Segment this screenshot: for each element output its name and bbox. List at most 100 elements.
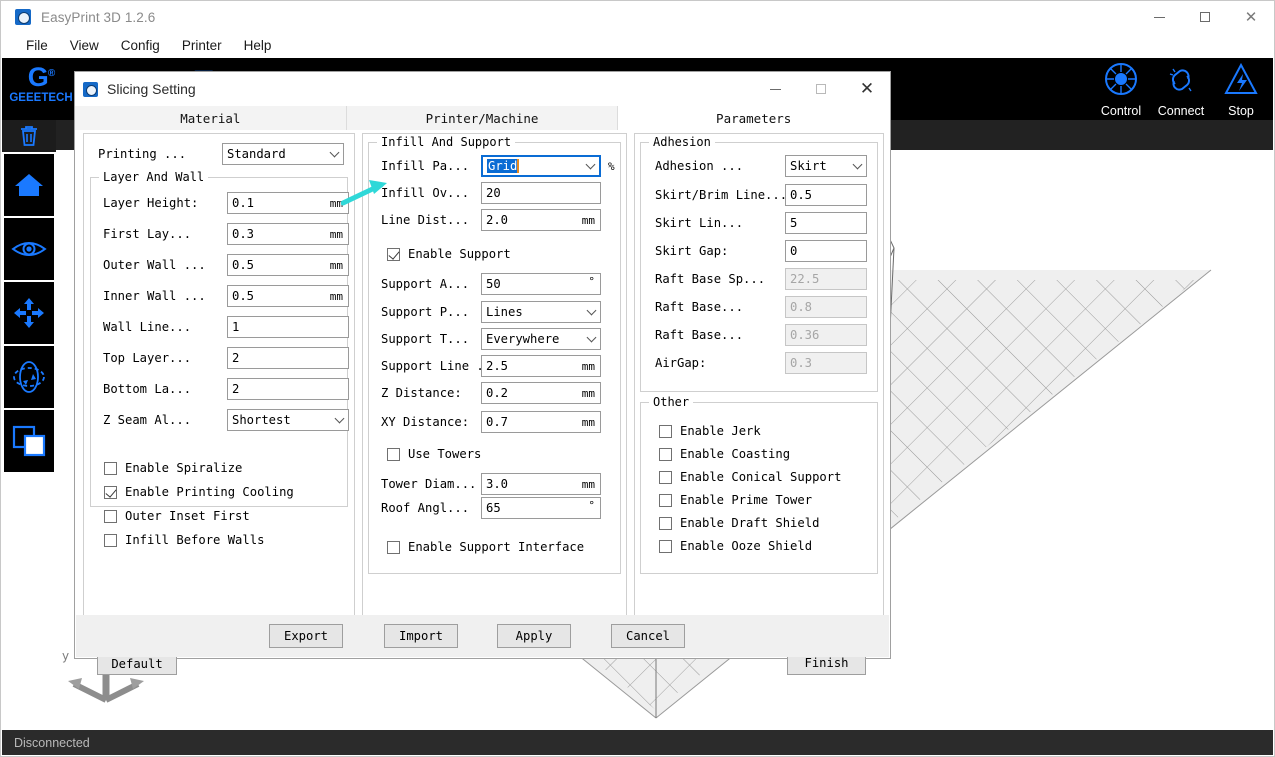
group-adhesion-title: Adhesion bbox=[649, 135, 715, 149]
move-icon bbox=[14, 298, 44, 328]
support-line-unit: mm bbox=[581, 359, 595, 373]
support-angle-unit: ° bbox=[588, 275, 595, 288]
raft-base-thickness-input[interactable]: 0.36 bbox=[785, 324, 867, 346]
rail-home-view[interactable] bbox=[4, 154, 54, 216]
layer-height-value: 0.1 bbox=[232, 196, 255, 210]
row-raft-base-width: Raft Base... 0.8 bbox=[655, 296, 867, 318]
checkbox-enable-support-interface[interactable]: Enable Support Interface bbox=[387, 537, 584, 557]
support-line-input[interactable]: 2.5 mm bbox=[481, 355, 601, 377]
dialog-body: Printing ... Standard Layer And Wall Lay… bbox=[75, 130, 890, 675]
enable-support-label: Enable Support bbox=[408, 247, 511, 261]
skirt-gap-input[interactable]: 0 bbox=[785, 240, 867, 262]
tower-diameter-label: Tower Diam... bbox=[381, 477, 477, 491]
chevron-down-icon bbox=[585, 159, 596, 170]
menu-printer[interactable]: Printer bbox=[171, 36, 233, 55]
raft-base-speed-input[interactable]: 22.5 bbox=[785, 268, 867, 290]
row-z-distance: Z Distance: 0.2 mm bbox=[381, 382, 601, 404]
bottom-layer-input[interactable]: 2 bbox=[227, 378, 349, 400]
dialog-close-button[interactable]: ✕ bbox=[844, 72, 890, 106]
printing-profile-combo[interactable]: Standard bbox=[222, 143, 344, 165]
panel-layer-and-wall: Printing ... Standard Layer And Wall Lay… bbox=[83, 133, 355, 645]
toolbar-stop[interactable]: Stop bbox=[1210, 62, 1272, 118]
row-tower-diameter: Tower Diam... 3.0 mm bbox=[381, 473, 601, 495]
row-air-gap: AirGap: 0.3 bbox=[655, 352, 867, 374]
roof-angle-label: Roof Angl... bbox=[381, 501, 470, 515]
apply-button[interactable]: Apply bbox=[497, 624, 571, 648]
top-layer-input[interactable]: 2 bbox=[227, 347, 349, 369]
rail-rotate[interactable] bbox=[4, 346, 54, 408]
checkbox-enable-draft-shield[interactable]: Enable Draft Shield bbox=[659, 513, 819, 533]
row-layer-height: Layer Height: 0.1 mm bbox=[103, 192, 349, 214]
checkbox-enable-spiralize[interactable]: Enable Spiralize bbox=[104, 458, 242, 478]
row-line-distance: Line Dist... 2.0 mm bbox=[381, 209, 601, 231]
app-maximize-button[interactable] bbox=[1182, 1, 1228, 33]
support-type-combo[interactable]: Everywhere bbox=[481, 328, 601, 350]
import-button[interactable]: Import bbox=[384, 624, 458, 648]
checkbox-enable-ooze-shield[interactable]: Enable Ooze Shield bbox=[659, 536, 812, 556]
rail-eye-view[interactable] bbox=[4, 218, 54, 280]
tab-parameters[interactable]: Parameters bbox=[618, 106, 891, 130]
z-seam-combo[interactable]: Shortest bbox=[227, 409, 349, 431]
dialog-title-bar: Slicing Setting ✕ bbox=[75, 72, 890, 106]
delete-icon[interactable] bbox=[2, 120, 56, 152]
infill-pattern-combo[interactable]: Grid bbox=[481, 155, 601, 177]
layer-height-input[interactable]: 0.1 mm bbox=[227, 192, 349, 214]
support-pattern-combo[interactable]: Lines bbox=[481, 301, 601, 323]
checkbox-box bbox=[659, 424, 672, 438]
inner-wall-input[interactable]: 0.5 mm bbox=[227, 285, 349, 307]
checkbox-enable-conical-support[interactable]: Enable Conical Support bbox=[659, 467, 841, 487]
checkbox-use-towers[interactable]: Use Towers bbox=[387, 444, 481, 464]
infill-overlap-input[interactable]: 20 bbox=[481, 182, 601, 204]
toolbar-control[interactable]: Control bbox=[1090, 62, 1152, 118]
geeetech-logo: G® GEEETECH bbox=[8, 59, 74, 117]
checkbox-enable-support[interactable]: Enable Support bbox=[387, 244, 511, 264]
checkbox-enable-printing-cooling[interactable]: Enable Printing Cooling bbox=[104, 482, 294, 502]
toolbar-connect[interactable]: Connect bbox=[1150, 62, 1212, 118]
support-pattern-label: Support P... bbox=[381, 305, 470, 319]
checkbox-enable-prime-tower[interactable]: Enable Prime Tower bbox=[659, 490, 812, 510]
export-button[interactable]: Export bbox=[269, 624, 343, 648]
cancel-button[interactable]: Cancel bbox=[611, 624, 685, 648]
control-label: Control bbox=[1100, 104, 1142, 118]
row-raft-base-speed: Raft Base Sp... 22.5 bbox=[655, 268, 867, 290]
enable-printing-cooling-label: Enable Printing Cooling bbox=[125, 485, 294, 499]
adhesion-type-label: Adhesion ... bbox=[655, 159, 744, 173]
dialog-minimize-button[interactable] bbox=[752, 72, 798, 106]
menu-config[interactable]: Config bbox=[110, 36, 171, 55]
checkbox-infill-before-walls[interactable]: Infill Before Walls bbox=[104, 530, 264, 550]
status-bar: Disconnected bbox=[2, 730, 1273, 755]
support-line-value: 2.5 bbox=[486, 359, 509, 373]
menu-file[interactable]: File bbox=[15, 36, 59, 55]
checkbox-enable-coasting[interactable]: Enable Coasting bbox=[659, 444, 790, 464]
dialog-maximize-button[interactable] bbox=[798, 72, 844, 106]
raft-base-width-input[interactable]: 0.8 bbox=[785, 296, 867, 318]
support-pattern-value: Lines bbox=[486, 305, 523, 319]
group-adhesion: Adhesion Adhesion ... Skirt Skirt/Brim L… bbox=[640, 135, 878, 392]
wall-line-input[interactable]: 1 bbox=[227, 316, 349, 338]
checkbox-outer-inset-first[interactable]: Outer Inset First bbox=[104, 506, 250, 526]
first-layer-input[interactable]: 0.3 mm bbox=[227, 223, 349, 245]
adhesion-type-combo[interactable]: Skirt bbox=[785, 155, 867, 177]
checkbox-enable-jerk[interactable]: Enable Jerk bbox=[659, 421, 761, 441]
outer-wall-input[interactable]: 0.5 mm bbox=[227, 254, 349, 276]
skirt-line-count-input[interactable]: 5 bbox=[785, 212, 867, 234]
checkbox-box bbox=[659, 493, 672, 507]
tab-material[interactable]: Material bbox=[75, 106, 347, 130]
row-first-layer-height: First Lay... 0.3 mm bbox=[103, 223, 349, 245]
support-angle-input[interactable]: 50 ° bbox=[481, 273, 601, 295]
tower-diameter-input[interactable]: 3.0 mm bbox=[481, 473, 601, 495]
menu-view[interactable]: View bbox=[59, 36, 110, 55]
support-angle-label: Support A... bbox=[381, 277, 470, 291]
xy-distance-input[interactable]: 0.7 mm bbox=[481, 411, 601, 433]
roof-angle-input[interactable]: 65 ° bbox=[481, 497, 601, 519]
tab-printer-machine[interactable]: Printer/Machine bbox=[346, 106, 619, 130]
rail-duplicate[interactable] bbox=[4, 410, 54, 472]
line-distance-input[interactable]: 2.0 mm bbox=[481, 209, 601, 231]
app-close-button[interactable]: ✕ bbox=[1228, 1, 1274, 33]
rail-move[interactable] bbox=[4, 282, 54, 344]
skirt-brim-line-input[interactable]: 0.5 bbox=[785, 184, 867, 206]
air-gap-input[interactable]: 0.3 bbox=[785, 352, 867, 374]
app-minimize-button[interactable] bbox=[1136, 1, 1182, 33]
z-distance-input[interactable]: 0.2 mm bbox=[481, 382, 601, 404]
menu-help[interactable]: Help bbox=[233, 36, 283, 55]
